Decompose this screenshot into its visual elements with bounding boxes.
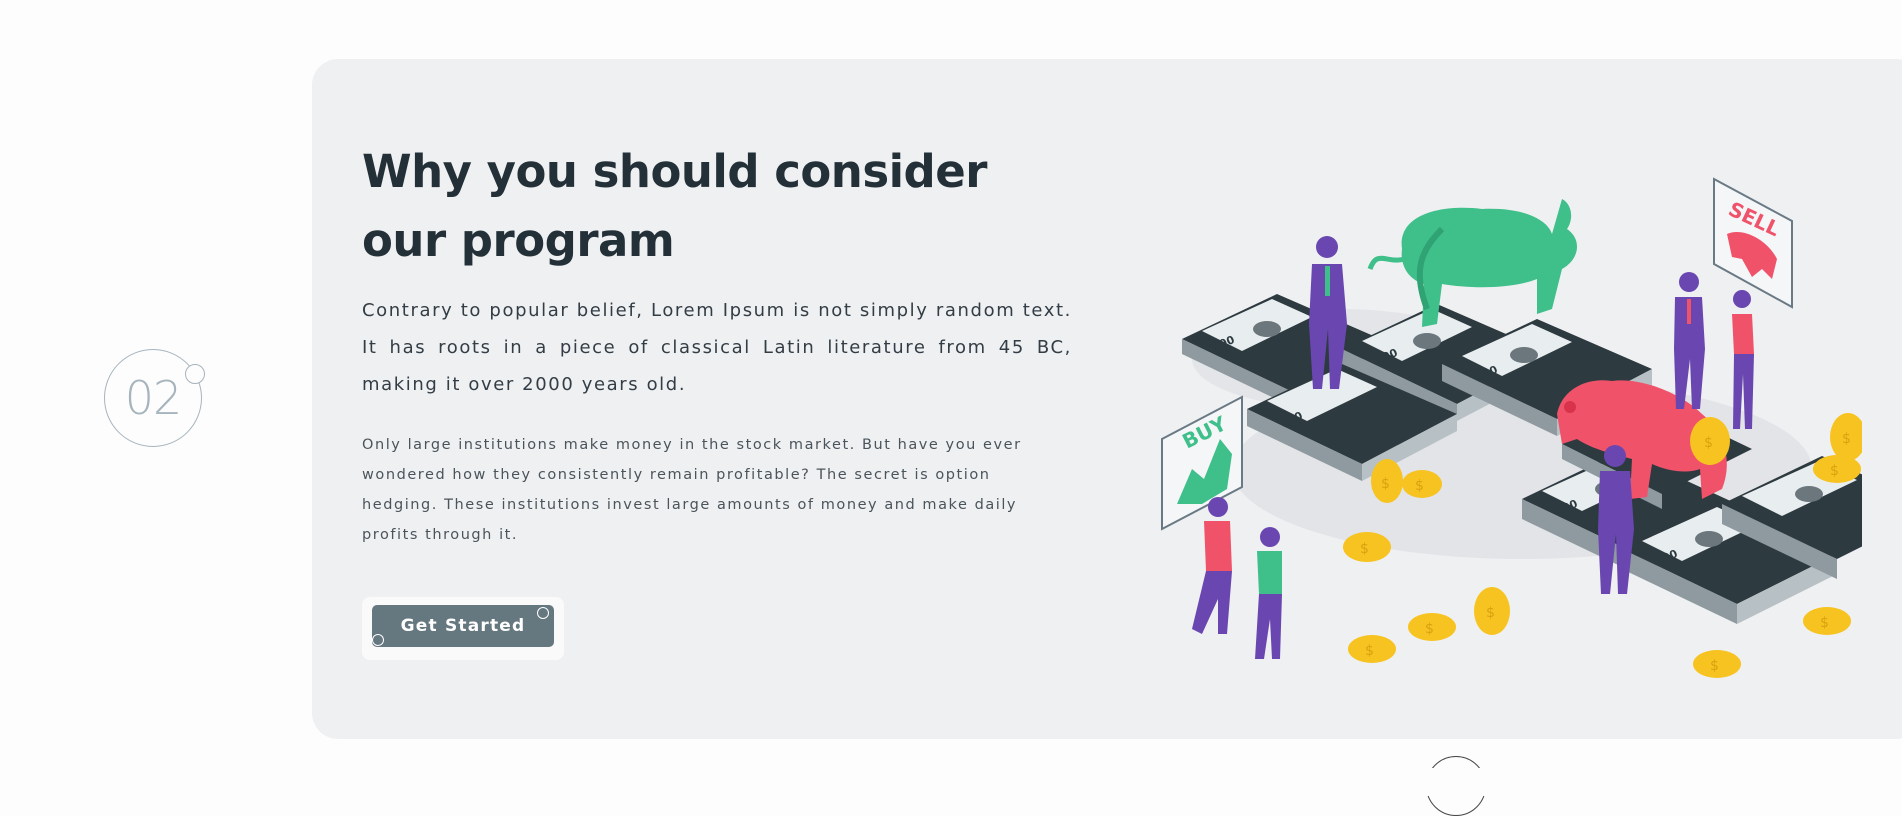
body-paragraph: Only large institutions make money in th… xyxy=(362,437,1022,543)
step-number: 02 xyxy=(124,371,183,425)
coin: $ xyxy=(1693,650,1741,678)
coin: $ xyxy=(1371,459,1403,503)
coin: $ xyxy=(1813,455,1861,483)
woman-figure xyxy=(1255,527,1282,659)
feature-card: Why you should consider our program Cont… xyxy=(312,59,1902,739)
svg-text:$: $ xyxy=(1710,658,1719,674)
bull-figure xyxy=(1367,199,1578,327)
section-heading: Why you should consider our program xyxy=(362,137,1082,275)
page-bottom xyxy=(0,768,1902,796)
coin: $ xyxy=(1830,413,1862,461)
step-badge-dot xyxy=(185,364,205,384)
svg-text:$: $ xyxy=(1415,478,1424,494)
get-started-button[interactable]: Get Started xyxy=(372,605,554,647)
heading-line-1: Why you should consider xyxy=(362,145,987,198)
cta-wrapper: Get Started xyxy=(362,597,564,660)
coin: $ xyxy=(1402,470,1442,498)
heading-line-2: our program xyxy=(362,214,675,267)
button-decor-dot xyxy=(372,634,384,646)
buy-sign: BUY xyxy=(1161,395,1243,531)
coin: $ xyxy=(1690,417,1730,465)
svg-text:$: $ xyxy=(1704,435,1713,451)
coin: $ xyxy=(1343,532,1391,562)
svg-text:$: $ xyxy=(1842,431,1851,447)
svg-text:$: $ xyxy=(1830,463,1839,479)
button-decor-dot xyxy=(537,607,549,619)
businessman-figure xyxy=(1674,272,1705,409)
svg-text:$: $ xyxy=(1425,621,1434,637)
lead-paragraph: Contrary to popular belief, Lorem Ipsum … xyxy=(362,300,1072,395)
coin: $ xyxy=(1348,635,1396,663)
svg-text:$: $ xyxy=(1381,476,1390,492)
step-number-badge: 02 xyxy=(104,349,202,447)
sell-sign: SELL xyxy=(1713,177,1793,309)
woman-figure xyxy=(1732,290,1754,429)
woman-figure xyxy=(1192,497,1232,634)
coin: $ xyxy=(1474,587,1510,635)
svg-text:$: $ xyxy=(1486,605,1495,621)
svg-text:$: $ xyxy=(1360,541,1369,557)
coin: $ xyxy=(1408,613,1456,641)
svg-text:$: $ xyxy=(1365,643,1374,659)
svg-text:$: $ xyxy=(1820,615,1829,631)
coin: $ xyxy=(1803,607,1851,635)
stock-market-illustration: 100 100 100 100 100 100 100 SELL BUY $ $… xyxy=(1161,177,1862,678)
